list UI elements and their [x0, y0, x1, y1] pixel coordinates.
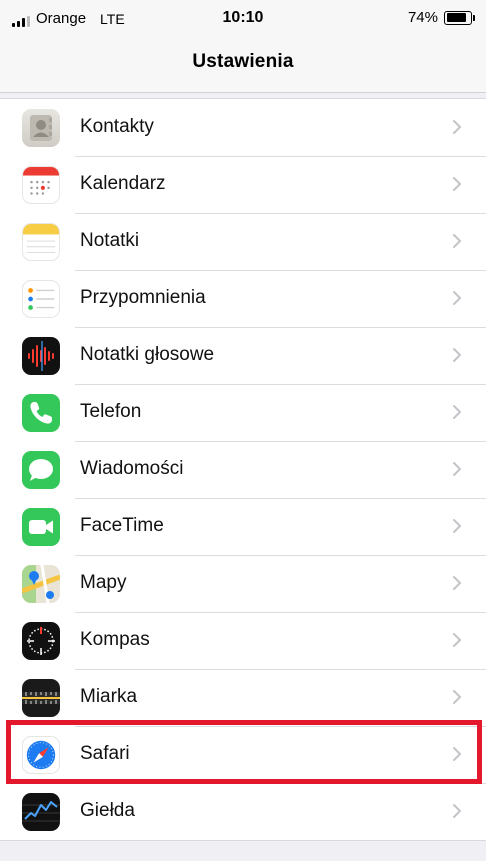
settings-item-label: Giełda	[80, 800, 135, 821]
chevron-right-icon	[453, 633, 461, 647]
page-title: Ustawienia	[192, 51, 294, 72]
settings-item-label: Telefon	[80, 401, 142, 422]
settings-list: Kontakty Kalendarz Notatki Przypomnienia…	[0, 98, 486, 841]
settings-item-label: Mapy	[80, 572, 127, 593]
navigation-bar: Ustawienia	[0, 40, 486, 93]
chevron-right-icon	[453, 177, 461, 191]
settings-item-label: Kontakty	[80, 116, 154, 137]
settings-item-miarka[interactable]: Miarka	[0, 669, 486, 726]
chevron-right-icon	[453, 462, 461, 476]
chevron-right-icon	[453, 804, 461, 818]
settings-item-label: Notatki	[80, 230, 140, 251]
chevron-right-icon	[453, 291, 461, 305]
calendar-icon	[22, 166, 60, 204]
battery-percent: 74%	[407, 9, 438, 26]
chevron-right-icon	[453, 747, 461, 761]
safari-icon	[22, 736, 60, 774]
chevron-right-icon	[453, 519, 461, 533]
settings-item-telefon[interactable]: Telefon	[0, 384, 486, 441]
settings-item-label: Miarka	[80, 686, 138, 707]
status-bar: Orange LTE 10:10 74%	[0, 0, 486, 40]
voice-memos-icon	[22, 337, 60, 375]
settings-item-przypomnienia[interactable]: Przypomnienia	[0, 270, 486, 327]
messages-icon	[22, 451, 60, 489]
settings-item-kalendarz[interactable]: Kalendarz	[0, 156, 486, 213]
reminders-icon	[22, 280, 60, 318]
settings-item-label: Kompas	[80, 629, 150, 650]
settings-item-wiadomosci[interactable]: Wiadomości	[0, 441, 486, 498]
maps-icon	[22, 565, 60, 603]
chevron-right-icon	[453, 576, 461, 590]
chevron-right-icon	[453, 234, 461, 248]
settings-item-label: FaceTime	[80, 515, 164, 536]
stocks-icon	[22, 793, 60, 831]
chevron-right-icon	[453, 120, 461, 134]
settings-item-mapy[interactable]: Mapy	[0, 555, 486, 612]
settings-item-label: Kalendarz	[80, 173, 166, 194]
status-right: 74%	[407, 9, 475, 26]
settings-item-label: Notatki głosowe	[80, 344, 215, 365]
settings-item-facetime[interactable]: FaceTime	[0, 498, 486, 555]
chevron-right-icon	[453, 405, 461, 419]
battery-icon	[444, 10, 475, 25]
settings-item-notatki-glosowe[interactable]: Notatki głosowe	[0, 327, 486, 384]
settings-item-notatki[interactable]: Notatki	[0, 213, 486, 270]
settings-item-kompas[interactable]: Kompas	[0, 612, 486, 669]
settings-item-label: Przypomnienia	[80, 287, 206, 308]
settings-item-safari[interactable]: Safari	[0, 726, 486, 783]
phone-icon	[22, 394, 60, 432]
chevron-right-icon	[453, 348, 461, 362]
chevron-right-icon	[453, 690, 461, 704]
settings-item-label: Safari	[80, 743, 130, 764]
settings-item-gielda[interactable]: Giełda	[0, 783, 486, 840]
contacts-icon	[22, 109, 60, 147]
facetime-icon	[22, 508, 60, 546]
settings-item-label: Wiadomości	[80, 458, 184, 479]
measure-icon	[22, 679, 60, 717]
notes-icon	[22, 223, 60, 261]
compass-icon	[22, 622, 60, 660]
settings-item-kontakty[interactable]: Kontakty	[0, 99, 486, 156]
